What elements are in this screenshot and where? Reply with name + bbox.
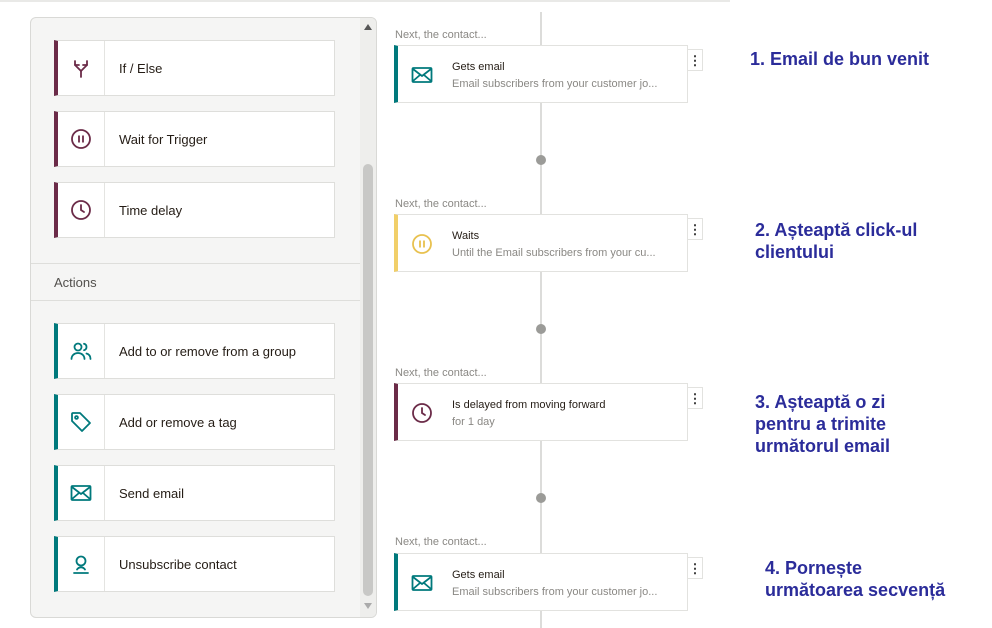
workflow-step-gets-email[interactable]: Gets email Email subscribers from your c… [394, 553, 688, 611]
envelope-icon [411, 575, 433, 591]
person-icon [58, 537, 105, 591]
workflow-step-waits[interactable]: Waits Until the Email subscribers from y… [394, 214, 688, 272]
group-people-icon [58, 324, 105, 378]
palette-item-unsubscribe-contact[interactable]: Unsubscribe contact [54, 536, 335, 592]
step-menu-button[interactable]: ⋮ [687, 387, 703, 409]
step-menu-button[interactable]: ⋮ [687, 218, 703, 240]
palette-item-add-remove-group[interactable]: Add to or remove from a group [54, 323, 335, 379]
step-title: Gets email [452, 569, 505, 581]
palette-scrollbar[interactable] [360, 18, 376, 617]
clock-icon [412, 403, 432, 423]
next-contact-label: Next, the contact... [395, 367, 487, 379]
split-arrows-icon [58, 41, 105, 95]
connector-dot [536, 493, 546, 503]
step-title: Is delayed from moving forward [452, 399, 606, 411]
step-menu-button[interactable]: ⋮ [687, 49, 703, 71]
workflow-step-gets-email[interactable]: Gets email Email subscribers from your c… [394, 45, 688, 103]
envelope-icon [58, 466, 105, 520]
scroll-up-arrow-icon[interactable] [364, 24, 372, 30]
next-contact-label: Next, the contact... [395, 29, 487, 41]
connector-dot [536, 324, 546, 334]
next-contact-label: Next, the contact... [395, 536, 487, 548]
annotation-step-4: 4. Pornește următoarea secvență [765, 558, 946, 600]
step-menu-button[interactable]: ⋮ [687, 557, 703, 579]
tag-icon [58, 395, 105, 449]
palette-item-label: Add to or remove from a group [119, 343, 297, 359]
annotation-step-3: 3. Așteaptă o zi pentru a trimite următo… [755, 392, 891, 456]
scroll-down-arrow-icon[interactable] [364, 603, 372, 609]
workflow-connector-line [540, 12, 542, 628]
palette-item-add-remove-tag[interactable]: Add or remove a tag [54, 394, 335, 450]
palette-item-if-else[interactable]: If / Else [54, 40, 335, 96]
palette-item-label: If / Else [119, 60, 163, 76]
step-subtitle: for 1 day [452, 416, 495, 428]
workflow-palette-panel: If / Else Wait for Trigger Time delay Ac… [30, 17, 377, 618]
clock-icon [58, 183, 105, 237]
palette-item-wait-for-trigger[interactable]: Wait for Trigger [54, 111, 335, 167]
palette-item-time-delay[interactable]: Time delay [54, 182, 335, 238]
step-title: Gets email [452, 61, 505, 73]
pause-circle-icon [58, 112, 105, 166]
palette-item-label: Wait for Trigger [119, 131, 208, 147]
pause-circle-icon [412, 234, 432, 254]
step-title: Waits [452, 230, 480, 242]
step-subtitle: Email subscribers from your customer jo.… [452, 78, 658, 90]
step-subtitle: Until the Email subscribers from your cu… [452, 247, 656, 259]
palette-item-label: Time delay [119, 202, 183, 218]
step-subtitle: Email subscribers from your customer jo.… [452, 586, 658, 598]
palette-item-send-email[interactable]: Send email [54, 465, 335, 521]
actions-section-heading: Actions [31, 263, 361, 301]
workflow-step-delay[interactable]: Is delayed from moving forward for 1 day [394, 383, 688, 441]
annotation-step-1: 1. Email de bun venit [750, 49, 930, 69]
envelope-icon [411, 67, 433, 83]
scrollbar-thumb[interactable] [363, 164, 373, 596]
next-contact-label: Next, the contact... [395, 198, 487, 210]
annotation-step-2: 2. Așteaptă click-ul clientului [755, 220, 918, 262]
palette-item-label: Unsubscribe contact [119, 556, 237, 572]
connector-dot [536, 155, 546, 165]
palette-item-label: Add or remove a tag [119, 414, 237, 430]
palette-item-label: Send email [119, 485, 185, 501]
top-divider [0, 0, 730, 2]
